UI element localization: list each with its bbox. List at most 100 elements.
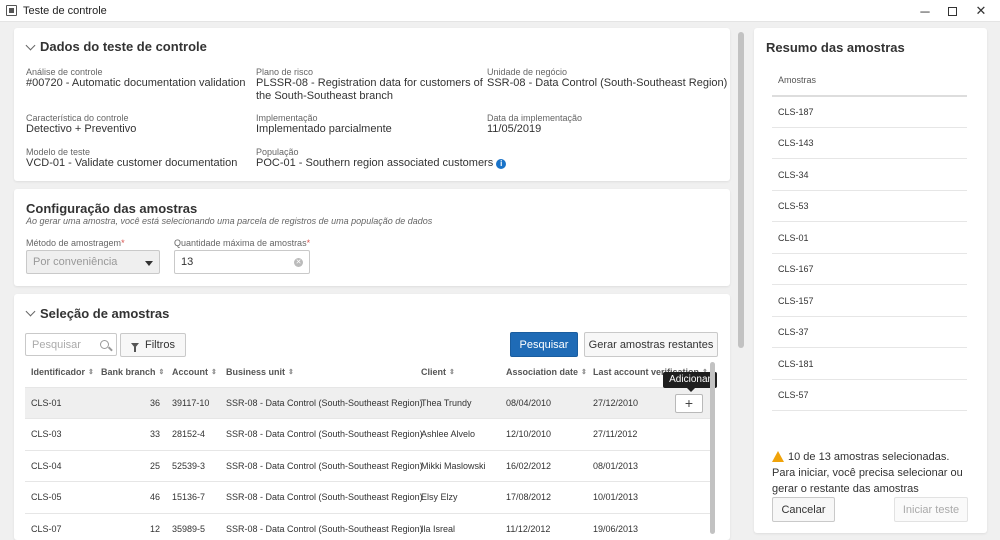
resumo-column-header: Amostras [772,65,967,97]
warning-message: 10 de 13 amostras selecionadas. Para ini… [772,451,963,495]
cell-id: CLS-03 [31,429,62,439]
table-row[interactable]: CLS-07 12 35989-5 SSR-08 - Data Control … [25,513,711,540]
plano-label: Plano de risco [256,67,314,77]
cell-client: Ashlee Alvelo [421,429,476,439]
gerar-amostras-button[interactable]: Gerar amostras restantes [584,332,718,357]
cell-id: CLS-04 [31,461,62,471]
info-icon[interactable]: i [496,159,507,169]
metodo-label-wrap: Método de amostragem* [26,238,125,248]
resumo-title: Resumo das amostras [766,40,905,55]
quantidade-label: Quantidade máxima de amostras [174,238,307,248]
chevron-down-icon [145,261,153,266]
cell-unit: SSR-08 - Data Control (South-Southeast R… [226,492,423,502]
implementacao-value: Implementado parcialmente [256,123,392,135]
cell-assoc-date: 08/04/2010 [506,398,552,408]
cell-assoc-date: 16/02/2012 [506,461,552,471]
cell-unit: SSR-08 - Data Control (South-Southeast R… [226,398,423,408]
list-item[interactable]: CLS-157 [772,286,967,317]
maximize-button[interactable] [937,0,967,22]
sort-icon: ⇕ [288,369,294,376]
col-header-client[interactable]: Client ⇕ [421,367,455,377]
metodo-select[interactable]: Por conveniência [26,250,160,274]
col-header-association-date[interactable]: Association date ⇕ [506,367,587,377]
cell-assoc-date: 11/12/2012 [506,524,551,534]
list-item[interactable]: CLS-53 [772,191,967,222]
sort-icon: ⇕ [88,369,94,376]
cell-last-verification: 27/12/2010 [593,398,639,408]
table-row[interactable]: CLS-05 46 15136-7 SSR-08 - Data Control … [25,481,711,512]
cell-last-verification: 27/11/2012 [593,429,638,439]
col-header-identificador[interactable]: Identificador ⇕ [31,367,94,377]
cell-client: Ila Isreal [421,524,456,534]
required-mark: * [121,238,125,248]
col-label: Identificador [31,367,86,377]
cell-last-verification: 08/01/2013 [593,461,639,471]
list-item[interactable]: CLS-143 [772,128,967,159]
cell-branch: 25 [149,461,160,471]
col-label: Bank branch [101,367,156,377]
window-title: Teste de controle [23,4,107,17]
cell-unit: SSR-08 - Data Control (South-Southeast R… [226,461,423,471]
table-scrollbar[interactable] [710,362,715,534]
list-item[interactable]: CLS-34 [772,160,967,191]
implementacao-label: Implementação [256,113,318,123]
warning-icon [772,451,784,462]
table-row[interactable]: CLS-04 25 52539-3 SSR-08 - Data Control … [25,450,711,481]
metodo-value: Por conveniência [33,256,118,268]
cancelar-button[interactable]: Cancelar [772,497,835,522]
app-icon [6,5,17,16]
col-label: Association date [506,367,579,377]
filtros-label: Filtros [145,339,175,351]
add-sample-button[interactable]: + [675,394,703,413]
col-label: Client [421,367,447,377]
search-input[interactable]: Pesquisar [25,333,117,356]
cell-assoc-date: 12/10/2010 [506,429,552,439]
quantidade-value: 13 [181,256,194,268]
col-header-account[interactable]: Account ⇕ [172,367,217,377]
cell-last-verification: 19/06/2013 [593,524,639,534]
cell-unit: SSR-08 - Data Control (South-Southeast R… [226,429,423,439]
analise-label: Análise de controle [26,67,103,77]
cell-last-verification: 10/01/2013 [593,492,639,502]
minimize-button[interactable]: ─ [910,0,940,22]
cell-client: Mikki Maslowski [421,461,486,471]
cell-account: 52539-3 [172,461,206,471]
list-item[interactable]: CLS-181 [772,349,967,380]
sort-icon: ⇕ [581,369,587,376]
cell-branch: 36 [149,398,160,408]
metodo-label: Método de amostragem [26,238,122,248]
main-scrollbar[interactable] [738,32,744,348]
populacao-row: POC-01 - Southern region associated cust… [256,157,507,170]
table-row[interactable]: CLS-03 33 28152-4 SSR-08 - Data Control … [25,418,711,449]
quantidade-input[interactable]: 13 ✕ [174,250,310,274]
list-item[interactable]: CLS-01 [772,223,967,254]
col-header-business-unit[interactable]: Business unit ⇕ [226,367,294,377]
list-item[interactable]: CLS-167 [772,254,967,285]
cell-account: 28152-4 [172,429,206,439]
search-icon [100,340,109,349]
list-item[interactable]: CLS-37 [772,317,967,348]
unidade-label: Unidade de negócio [487,67,568,77]
cell-account: 15136-7 [172,492,206,502]
cell-account: 35989-5 [172,524,206,534]
cell-branch: 46 [149,492,160,502]
close-button[interactable]: ✕ [966,0,996,22]
sort-icon: ⇕ [158,369,165,376]
config-title: Configuração das amostras [26,201,198,216]
sort-icon: ⇕ [449,369,455,376]
cell-assoc-date: 17/08/2012 [506,492,552,502]
col-label: Business unit [226,367,286,377]
populacao-value: POC-01 - Southern region associated cust… [256,157,494,169]
col-header-bank-branch[interactable]: Bank branch ⇕ [101,367,164,377]
list-item[interactable]: CLS-187 [772,97,967,128]
window-titlebar: Teste de controle [0,0,1000,22]
pesquisar-button[interactable]: Pesquisar [510,332,578,357]
search-placeholder: Pesquisar [32,338,81,351]
iniciar-teste-button[interactable]: Iniciar teste [894,497,968,522]
filtros-button[interactable]: Filtros [120,333,186,357]
plano-value-line1: PLSSR-08 - Registration data for custome… [256,77,483,89]
list-item[interactable]: CLS-57 [772,380,967,411]
selecao-title: Seleção de amostras [40,306,170,321]
table-row[interactable]: CLS-01 36 39117-10 SSR-08 - Data Control… [25,387,711,418]
clear-icon[interactable]: ✕ [294,258,303,267]
